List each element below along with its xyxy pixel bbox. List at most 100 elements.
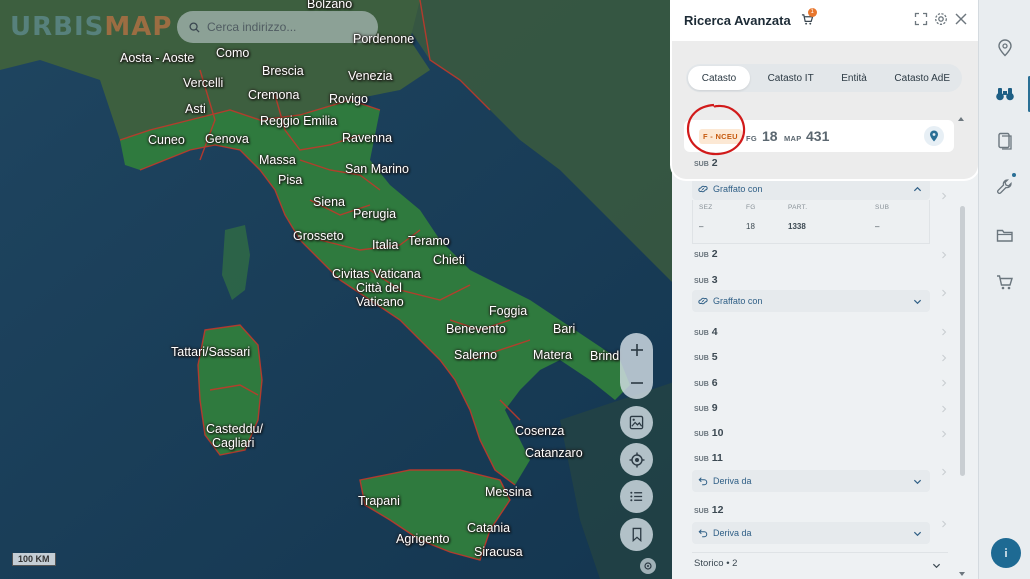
- sub-value: 10: [711, 427, 724, 439]
- cart-indicator[interactable]: 1: [801, 7, 817, 31]
- city-label-pisa: Pisa: [278, 173, 303, 187]
- city-label-casteddu: Casteddu/: [206, 422, 263, 436]
- zoom-controls: [620, 333, 653, 399]
- sidebar-item-tools[interactable]: [993, 173, 1017, 199]
- graffato-label: Graffato con: [713, 184, 763, 194]
- bookmark-button[interactable]: [620, 518, 653, 551]
- sub-value: 4: [711, 326, 718, 338]
- map-pin-icon: [930, 130, 938, 142]
- scrollbar-thumb[interactable]: [960, 206, 965, 476]
- cell-sub: –: [875, 222, 880, 231]
- col-header-sub: SUB: [875, 204, 890, 211]
- sidebar-item-location[interactable]: [993, 36, 1017, 60]
- tab-catasto-ade[interactable]: Catasto AdE: [884, 66, 960, 90]
- map-layers-button[interactable]: [620, 406, 653, 439]
- divider: [692, 552, 948, 553]
- chevron-right-icon: [942, 354, 947, 362]
- sidebar-item-documents[interactable]: [993, 129, 1017, 153]
- sidebar-item-cart[interactable]: [993, 270, 1017, 294]
- list-item-sub-11[interactable]: SUB 11: [694, 452, 950, 464]
- chevron-down-icon: [913, 531, 922, 537]
- graffato-toggle-expanded[interactable]: Graffato con: [692, 178, 930, 200]
- cell-fg: 18: [746, 222, 755, 231]
- chevron-up-icon: [913, 186, 922, 192]
- list-item-sub-9[interactable]: SUB 9: [694, 402, 950, 414]
- sub-label: SUB: [694, 508, 709, 515]
- city-label-cremona: Cremona: [248, 88, 300, 102]
- sub-label: SUB: [694, 406, 709, 413]
- list-item-sub-3[interactable]: SUB 3: [694, 274, 950, 286]
- chevron-down-icon: [913, 299, 922, 305]
- sub-value: 6: [711, 377, 718, 389]
- list-item-sub-6[interactable]: SUB 6: [694, 377, 950, 389]
- panel-title: Ricerca Avanzata: [684, 13, 791, 28]
- user-avatar[interactable]: [991, 538, 1021, 568]
- col-header-fg: FG: [746, 204, 756, 211]
- sub-label: SUB: [694, 252, 709, 259]
- city-label-siracusa: Siracusa: [474, 545, 523, 559]
- list-item-sub-4[interactable]: SUB 4: [694, 326, 950, 338]
- notification-dot: [1012, 173, 1016, 177]
- close-icon[interactable]: [954, 12, 968, 26]
- city-label-grosseto: Grosseto: [293, 229, 344, 243]
- city-label-agrigento: Agrigento: [396, 532, 450, 546]
- city-label-foggia: Foggia: [489, 304, 528, 318]
- city-label-teramo: Teramo: [408, 234, 450, 248]
- minus-icon: [630, 381, 643, 384]
- cell-sez: –: [699, 222, 704, 231]
- document-icon: [998, 132, 1012, 150]
- undo-icon: [698, 529, 708, 538]
- legend-list-button[interactable]: [620, 480, 653, 513]
- right-sidebar: [978, 0, 1030, 579]
- city-label-genova: Genova: [205, 132, 249, 146]
- deriva-label: Deriva da: [713, 476, 752, 486]
- list-item-sub-2[interactable]: SUB 2: [694, 248, 950, 260]
- image-icon: [629, 415, 644, 430]
- scroll-up-icon[interactable]: [957, 116, 965, 122]
- locate-me-button[interactable]: [620, 443, 653, 476]
- deriva-toggle[interactable]: Deriva da: [692, 522, 930, 544]
- city-label-benevento: Benevento: [446, 322, 506, 336]
- chevron-right-icon: [942, 405, 947, 413]
- col-header-sez: SEZ: [699, 204, 713, 211]
- city-label-matera: Matera: [533, 348, 572, 362]
- search-input[interactable]: [207, 20, 367, 34]
- city-label-citta-del: Città del: [356, 281, 402, 295]
- info-icon: [1005, 548, 1007, 557]
- sub-label: SUB: [694, 381, 709, 388]
- list-item-sub-5[interactable]: SUB 5: [694, 351, 950, 363]
- locate-parcel-button[interactable]: [924, 126, 944, 146]
- sidebar-item-advanced-search[interactable]: [993, 76, 1030, 112]
- sidebar-item-folders[interactable]: [993, 223, 1017, 247]
- zoom-in-button[interactable]: [620, 333, 653, 366]
- storico-toggle[interactable]: Storico • 2: [694, 558, 944, 569]
- deriva-toggle[interactable]: Deriva da: [692, 470, 930, 492]
- storico-label: Storico • 2: [694, 558, 738, 569]
- fg-value: 18: [762, 128, 778, 144]
- gear-icon: [644, 562, 652, 570]
- city-label-perugia: Perugia: [353, 207, 397, 221]
- tab-catasto-it[interactable]: Catasto IT: [758, 66, 824, 90]
- address-search-bar[interactable]: [177, 11, 378, 43]
- catasto-tabs: Catasto Catasto IT Entità Catasto AdE: [686, 64, 962, 92]
- chevron-down-icon: [913, 479, 922, 485]
- city-label-san-marino: San Marino: [345, 162, 409, 176]
- list-item-sub-10[interactable]: SUB 10: [694, 427, 950, 439]
- panel-header: Ricerca Avanzata 1: [672, 0, 978, 41]
- folder-icon: [996, 229, 1013, 242]
- cart-icon: [997, 274, 1013, 289]
- list-icon: [630, 491, 643, 502]
- zoom-out-button[interactable]: [620, 366, 653, 399]
- tab-catasto[interactable]: Catasto: [688, 66, 750, 90]
- chevron-down-icon: [932, 563, 941, 569]
- list-item-sub-12[interactable]: SUB 12: [694, 504, 950, 516]
- chevron-right-icon: [942, 251, 947, 259]
- map-settings-button[interactable]: [640, 558, 656, 574]
- gear-icon[interactable]: [934, 12, 948, 26]
- graffato-toggle[interactable]: Graffato con: [692, 290, 930, 312]
- cell-part: 1338: [788, 222, 806, 231]
- fullscreen-icon[interactable]: [914, 12, 928, 26]
- results-scrollbar[interactable]: [958, 118, 966, 578]
- tab-entita[interactable]: Entità: [831, 66, 877, 90]
- col-header-part: PART.: [788, 204, 808, 211]
